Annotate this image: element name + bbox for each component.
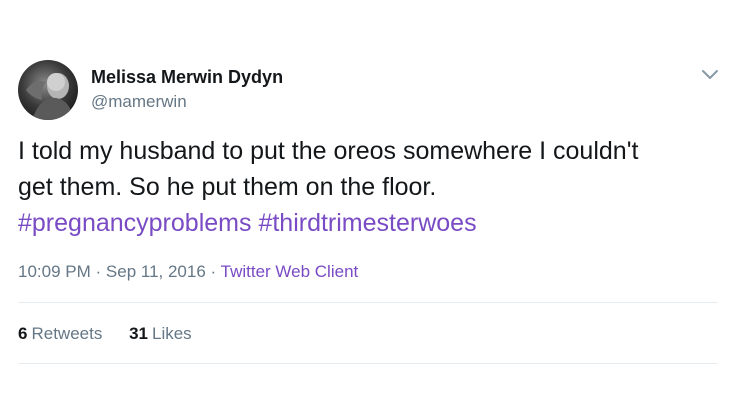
author-display-name[interactable]: Melissa Merwin Dydyn [91,66,283,88]
chevron-down-icon[interactable] [699,66,721,82]
separator: · [210,262,217,281]
likes-stat[interactable]: 31 Likes [129,323,192,344]
tweet-hashtags: #pregnancyproblems #thirdtrimesterwoes [18,205,723,241]
tweet-text: I told my husband to put the oreos somew… [18,133,723,241]
tweet-text-line: get them. So he put them on the floor. [18,173,437,201]
likes-count: 31 [129,324,148,343]
retweets-stat[interactable]: 6 Retweets [18,323,102,344]
likes-label: Likes [152,324,192,343]
retweets-label: Retweets [31,324,103,343]
hashtag-link[interactable]: #pregnancyproblems [18,209,251,237]
tweet-stats: 6 Retweets 31 Likes [18,323,192,344]
tweet-date[interactable]: Sep 11, 2016 [106,262,206,281]
hashtag-link[interactable]: #thirdtrimesterwoes [258,209,476,237]
divider [18,302,718,303]
retweets-count: 6 [18,324,28,343]
divider [18,363,718,364]
avatar-photo [18,60,78,120]
avatar[interactable] [18,60,78,120]
tweet-card: Melissa Merwin Dydyn @mamerwin I told my… [0,0,737,415]
tweet-text-line: I told my husband to put the oreos somew… [18,137,639,165]
author-handle[interactable]: @mamerwin [91,91,187,112]
separator: · [95,262,102,281]
tweet-time[interactable]: 10:09 PM [18,262,91,281]
tweet-metadata: 10:09 PM · Sep 11, 2016 · Twitter Web Cl… [18,262,358,282]
tweet-client-link[interactable]: Twitter Web Client [221,262,359,281]
